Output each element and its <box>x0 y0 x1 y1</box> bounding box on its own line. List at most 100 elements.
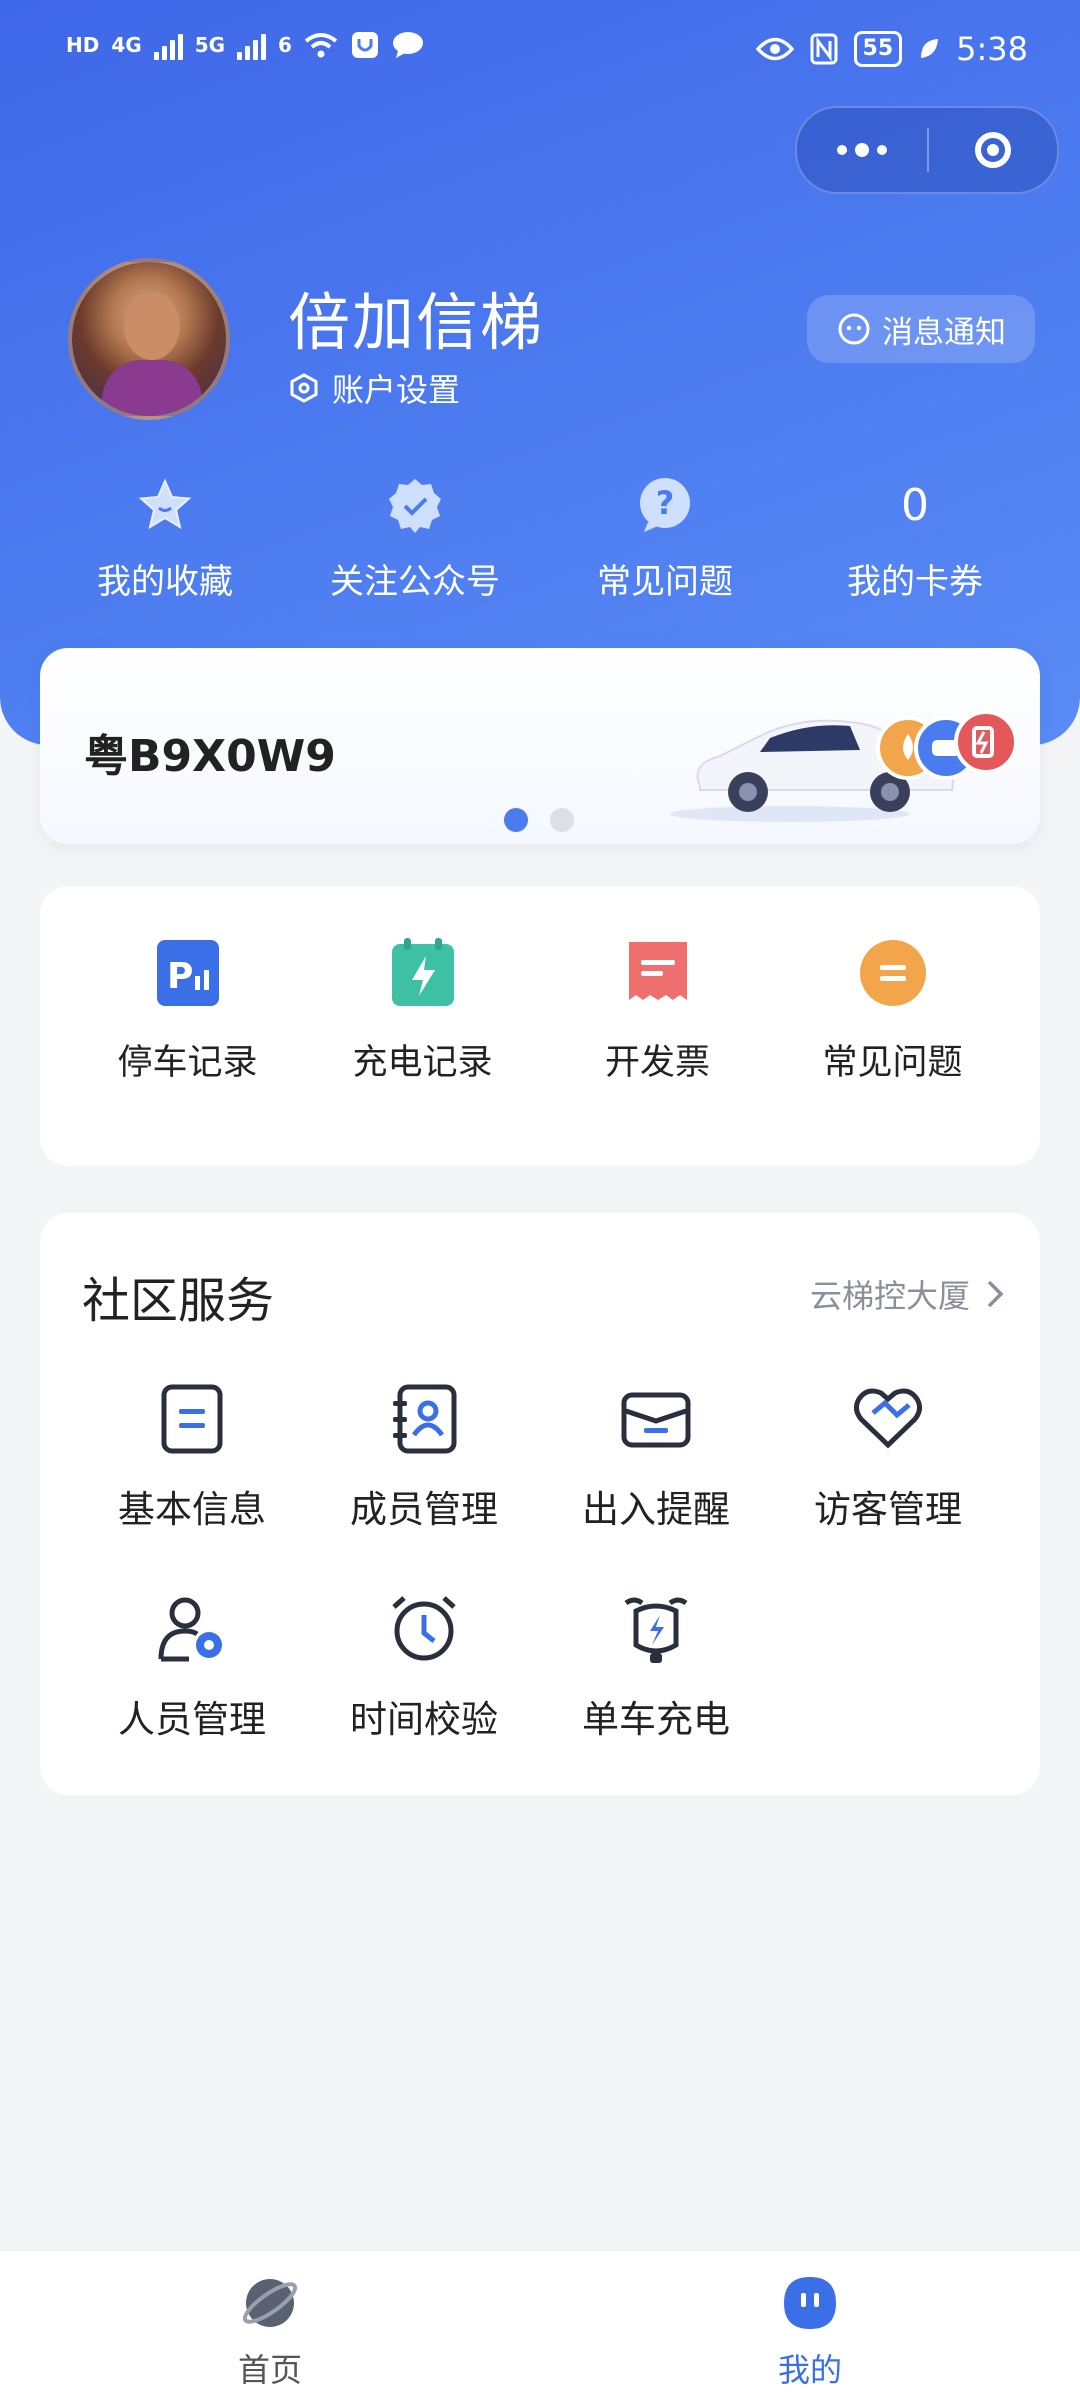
more-dot-icon <box>877 145 887 155</box>
svg-text:?: ? <box>656 484 675 522</box>
community-personnel-management[interactable]: 人员管理 <box>76 1593 308 1743</box>
more-options-button[interactable] <box>797 108 927 192</box>
close-miniprogram-button[interactable] <box>929 108 1057 192</box>
community-label: 基本信息 <box>118 1488 266 1531</box>
community-member-management[interactable]: 成员管理 <box>308 1383 540 1533</box>
quick-link-coupons[interactable]: 0 我的卡券 <box>815 470 1015 610</box>
battery-icon: 55 <box>853 31 903 67</box>
quick-link-follow-account[interactable]: 关注公众号 <box>315 470 515 610</box>
community-label: 成员管理 <box>350 1488 498 1531</box>
shield-app-icon <box>351 32 378 58</box>
scooter-charge-icon <box>624 1597 688 1663</box>
quick-link-label: 我的收藏 <box>97 562 233 602</box>
question-icon: ? <box>634 470 696 540</box>
user-name: 倍加信梯 <box>288 286 545 359</box>
service-label: 停车记录 <box>117 1043 258 1083</box>
wifi-icon <box>304 33 338 58</box>
planet-icon <box>242 2279 298 2327</box>
bottom-tab-bar: 首页 我的 <box>0 2250 1080 2401</box>
community-label: 出入提醒 <box>582 1488 730 1531</box>
quick-link-label: 常见问题 <box>597 562 733 602</box>
community-services-card: 社区服务 云梯控大厦 基本信息 成员管理 出入提醒 访客管理 人员管理 时间校验 <box>40 1213 1040 1795</box>
tab-mine[interactable]: 我的 <box>540 2251 1080 2401</box>
car-illustration-icon <box>670 710 1018 822</box>
community-visitor-management[interactable]: 访客管理 <box>772 1383 1004 1533</box>
tab-label: 首页 <box>237 2351 302 2389</box>
profile-face-icon <box>784 2277 836 2329</box>
more-dot-icon <box>855 143 869 157</box>
user-settings-icon <box>158 1597 222 1662</box>
service-label: 充电记录 <box>352 1043 493 1083</box>
community-grid: 基本信息 成员管理 出入提醒 访客管理 人员管理 时间校验 单车充电 <box>40 1383 1040 1743</box>
signal-icon <box>153 30 183 60</box>
quick-link-faq[interactable]: ? 常见问题 <box>565 470 765 610</box>
charging-icon <box>391 938 454 1006</box>
parking-icon: P <box>156 940 219 1006</box>
eye-icon <box>755 37 794 61</box>
quick-link-label: 关注公众号 <box>330 562 500 602</box>
nfc-icon <box>810 33 838 65</box>
receipt-icon <box>628 942 687 1000</box>
service-faq[interactable]: 常见问题 <box>793 938 993 1085</box>
avatar[interactable] <box>68 258 230 420</box>
building-selector[interactable]: 云梯控大厦 <box>810 1271 1004 1317</box>
leaf-icon <box>921 39 939 58</box>
wifi-label: 6 <box>278 33 292 57</box>
chevron-right-icon <box>987 1280 1004 1308</box>
carousel-dot-active[interactable] <box>504 808 528 832</box>
chat-bubble-icon <box>392 32 423 58</box>
community-bike-charging[interactable]: 单车充电 <box>540 1593 772 1743</box>
community-time-check[interactable]: 时间校验 <box>308 1593 540 1743</box>
section-title: 社区服务 <box>82 1273 275 1329</box>
car-services-grid: P 停车记录 充电记录 开发票 常见问题 <box>40 886 1040 1085</box>
target-close-icon <box>975 132 1011 168</box>
network-5g-label: 5G <box>194 33 226 57</box>
tab-label: 我的 <box>777 2351 842 2389</box>
miniprogram-capsule <box>795 106 1059 194</box>
license-plate-card[interactable]: 粤B9X0W9 <box>40 648 1040 844</box>
account-settings-label: 账户设置 <box>332 371 461 409</box>
signal-icon-2 <box>237 30 267 60</box>
license-plate-number: 粤B9X0W9 <box>84 731 336 782</box>
hd-label: HD <box>66 33 100 57</box>
message-notification-button[interactable]: 消息通知 <box>807 295 1035 363</box>
quick-links-row: 我的收藏 关注公众号 ? 常见问题 0 我的卡券 <box>0 470 1080 610</box>
car-services-card: P 停车记录 充电记录 开发票 常见问题 <box>40 886 1040 1166</box>
quick-link-favorites[interactable]: 我的收藏 <box>65 470 265 610</box>
service-label: 开发票 <box>604 1043 710 1083</box>
verified-badge-icon <box>385 470 445 540</box>
coupon-count: 0 <box>901 479 929 531</box>
carousel-dot[interactable] <box>550 808 574 832</box>
community-basic-info[interactable]: 基本信息 <box>76 1383 308 1533</box>
community-label: 访客管理 <box>814 1488 962 1531</box>
status-bar: HD 4G 5G 6 55 5:38 <box>0 0 1080 100</box>
service-charging-records[interactable]: 充电记录 <box>323 938 523 1085</box>
service-parking-records[interactable]: P 停车记录 <box>88 938 288 1085</box>
community-label: 人员管理 <box>118 1698 266 1741</box>
mail-icon <box>621 1392 691 1448</box>
document-icon <box>161 1384 223 1454</box>
message-notification-label: 消息通知 <box>882 314 1006 351</box>
status-bar-left: HD 4G 5G 6 <box>66 30 424 60</box>
clock-time: 5:38 <box>956 30 1028 68</box>
alarm-clock-icon <box>392 1596 456 1661</box>
account-settings-link[interactable]: 账户设置 <box>288 365 460 411</box>
quick-link-label: 我的卡券 <box>847 562 983 602</box>
tab-home[interactable]: 首页 <box>0 2251 540 2401</box>
service-invoice[interactable]: 开发票 <box>558 938 758 1085</box>
community-label: 单车充电 <box>582 1698 730 1741</box>
carousel-indicator <box>504 808 574 832</box>
more-dot-icon <box>837 145 847 155</box>
community-label: 时间校验 <box>350 1698 498 1741</box>
network-4g-label: 4G <box>111 33 142 57</box>
svg-text:P: P <box>167 956 193 997</box>
service-label: 常见问题 <box>822 1043 963 1083</box>
status-bar-right: 55 5:38 <box>755 30 1028 68</box>
community-access-alerts[interactable]: 出入提醒 <box>540 1383 772 1533</box>
faq-icon <box>859 940 926 1006</box>
hexagon-settings-icon <box>290 373 318 403</box>
heart-handshake-icon <box>853 1388 923 1449</box>
contacts-icon <box>393 1384 457 1454</box>
star-icon <box>135 470 195 540</box>
chat-smile-icon <box>838 313 870 345</box>
